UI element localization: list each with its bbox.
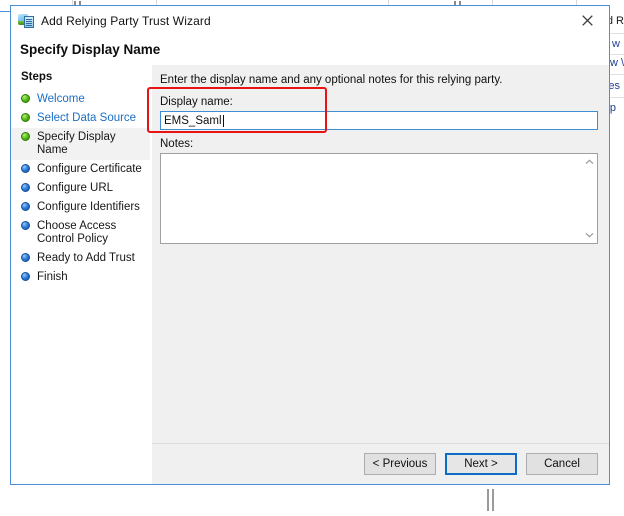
step-label: Finish	[37, 271, 68, 284]
adfs-wizard-icon	[18, 13, 34, 29]
page-header: Specify Display Name	[11, 35, 609, 64]
background-text-fragment: w	[612, 38, 620, 50]
step-bullet-icon	[21, 94, 30, 103]
step-bullet-icon	[21, 221, 30, 230]
step-bullet-icon	[21, 202, 30, 211]
text-caret	[223, 115, 224, 127]
next-button[interactable]: Next >	[445, 453, 517, 475]
chevron-down-icon[interactable]	[581, 227, 597, 243]
steps-pane: Steps Welcome Select Data Source Specify…	[11, 65, 151, 484]
step-label: Choose Access Control Policy	[37, 220, 141, 246]
step-label: Select Data Source	[37, 112, 136, 125]
dialog-footer: < Previous Next > Cancel	[152, 443, 609, 484]
step-item-configure-url[interactable]: Configure URL	[11, 179, 150, 198]
step-label: Specify Display Name	[37, 131, 146, 157]
add-relying-party-trust-wizard-dialog: Add Relying Party Trust Wizard Specify D…	[10, 5, 610, 485]
step-label: Welcome	[37, 93, 85, 106]
step-item-select-data-source[interactable]: Select Data Source	[11, 109, 150, 128]
page-title: Specify Display Name	[20, 42, 160, 57]
close-icon[interactable]	[565, 6, 609, 34]
step-item-welcome[interactable]: Welcome	[11, 90, 150, 109]
step-bullet-icon	[21, 253, 30, 262]
step-bullet-icon	[21, 272, 30, 281]
step-bullet-icon	[21, 164, 30, 173]
step-label: Ready to Add Trust	[37, 252, 135, 265]
intro-text: Enter the display name and any optional …	[160, 74, 598, 86]
display-name-label: Display name:	[160, 96, 598, 108]
steps-heading: Steps	[11, 71, 150, 90]
step-bullet-icon	[21, 132, 30, 141]
previous-button[interactable]: < Previous	[364, 453, 436, 475]
screenshot-root: d R w w \ res p Add Relying Party Trust …	[0, 0, 624, 516]
step-item-choose-access-control-policy[interactable]: Choose Access Control Policy	[11, 217, 150, 249]
content-pane: Enter the display name and any optional …	[151, 65, 609, 484]
dialog-title: Add Relying Party Trust Wizard	[41, 14, 211, 28]
display-name-field[interactable]: EMS_Saml	[160, 111, 598, 130]
display-name-value: EMS_Saml	[164, 115, 222, 127]
background-text-fragment: w \	[610, 57, 624, 69]
step-label: Configure URL	[37, 182, 113, 195]
notes-field[interactable]	[160, 153, 598, 244]
notes-label: Notes:	[160, 138, 598, 150]
notes-scrollbar[interactable]	[580, 154, 597, 243]
step-label: Configure Certificate	[37, 163, 142, 176]
background-text-fragment: p	[610, 102, 616, 114]
background-bottom-area	[0, 484, 624, 516]
chevron-up-icon[interactable]	[581, 154, 597, 170]
dialog-body: Steps Welcome Select Data Source Specify…	[11, 64, 609, 484]
step-label: Configure Identifiers	[37, 201, 140, 214]
notes-value	[164, 156, 579, 241]
step-item-configure-identifiers[interactable]: Configure Identifiers	[11, 198, 150, 217]
dialog-titlebar[interactable]: Add Relying Party Trust Wizard	[11, 6, 609, 35]
step-bullet-icon	[21, 113, 30, 122]
step-bullet-icon	[21, 183, 30, 192]
step-item-ready-to-add-trust[interactable]: Ready to Add Trust	[11, 249, 150, 268]
cancel-button[interactable]: Cancel	[526, 453, 598, 475]
content-body: Enter the display name and any optional …	[152, 65, 609, 443]
step-item-specify-display-name[interactable]: Specify Display Name	[11, 128, 150, 160]
step-item-finish[interactable]: Finish	[11, 268, 150, 287]
step-item-configure-certificate[interactable]: Configure Certificate	[11, 160, 150, 179]
background-scrollbar-mark[interactable]	[487, 489, 489, 511]
background-scrollbar-mark[interactable]	[492, 489, 494, 511]
